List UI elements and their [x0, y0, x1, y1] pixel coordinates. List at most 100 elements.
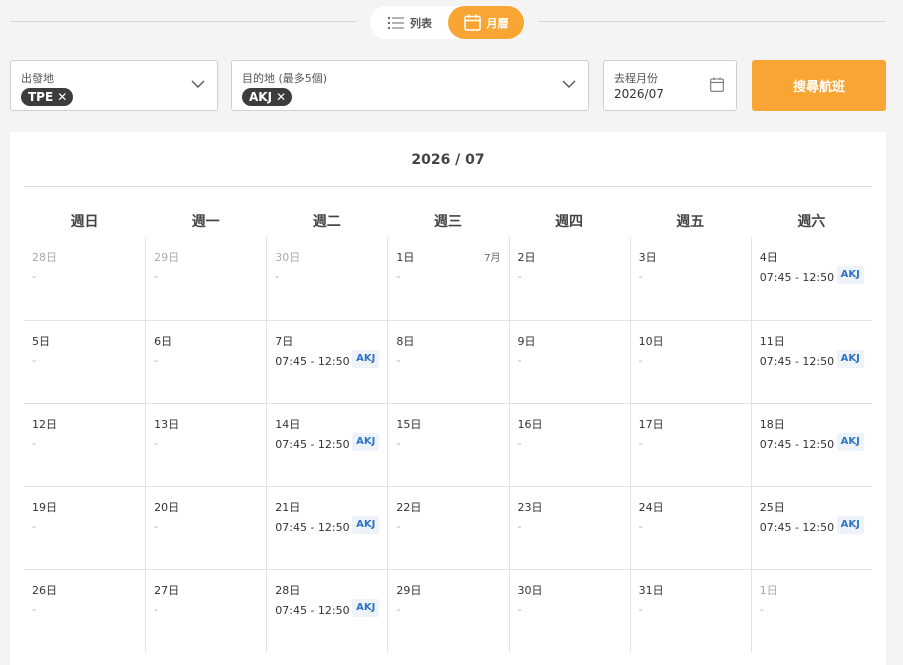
day-number: 18日	[759, 418, 785, 431]
calendar-panel: 2026 / 07 週日 週一 週二 週三 週四 週五 週六 28日 - 29日 - 30日 - 1日 7…	[10, 132, 886, 665]
calendar-week-row: 19日 -20日 -21日 07:45 - 12:50 AKJ 22日 -23日 -24日 -2…	[24, 486, 872, 569]
calendar-day-cell: 23日 -	[508, 487, 630, 569]
no-flight-dash: -	[154, 437, 159, 450]
airport-badge: AKJ	[352, 433, 380, 451]
day-number: 17日	[638, 418, 664, 431]
airport-badge: AKJ	[836, 516, 864, 534]
day-number: 23日	[517, 501, 543, 514]
flight-time[interactable]: 07:45 - 12:50	[275, 604, 349, 617]
flight-time[interactable]: 07:45 - 12:50	[760, 271, 834, 284]
calendar-day-cell: 24日 -	[629, 487, 751, 569]
calendar-day-cell: 20日 -	[145, 487, 266, 569]
chevron-down-icon	[191, 80, 205, 88]
no-flight-dash: -	[396, 270, 401, 283]
airport-badge: AKJ	[352, 350, 380, 368]
weekday-label: 週日	[70, 214, 99, 230]
departure-month-field[interactable]: 去程月份 2026/07	[603, 60, 737, 111]
no-flight-dash: -	[638, 354, 643, 367]
airport-badge: AKJ	[836, 350, 864, 368]
origin-chip: TPE ✕	[21, 88, 74, 106]
calendar-day-cell: 6日 -	[145, 321, 266, 403]
day-number: 6日	[154, 335, 173, 348]
no-flight-dash: -	[32, 437, 36, 450]
no-flight-dash: -	[396, 354, 401, 367]
no-flight-dash: -	[517, 520, 522, 533]
day-number: 5日	[32, 335, 50, 348]
no-flight-dash: -	[32, 520, 36, 533]
flight-time[interactable]: 07:45 - 12:50	[760, 438, 834, 451]
calendar-day-cell: 26日 -	[24, 570, 145, 652]
calendar-day-cell: 3日 -	[629, 237, 751, 320]
day-number: 29日	[154, 251, 180, 264]
flight-time[interactable]: 07:45 - 12:50	[760, 355, 834, 368]
calendar-day-cell: 31日 -	[629, 570, 751, 652]
view-toggle: 列表 月曆	[370, 6, 525, 39]
destination-label: 目的地 (最多5個)	[242, 72, 328, 85]
chevron-down-icon	[562, 80, 576, 88]
no-flight-dash: -	[154, 603, 159, 616]
flight-time[interactable]: 07:45 - 12:50	[275, 521, 349, 534]
day-number: 1日	[396, 251, 415, 264]
no-flight-dash: -	[396, 603, 401, 616]
day-number: 13日	[154, 418, 180, 431]
no-flight-dash: -	[32, 603, 36, 616]
calendar-day-cell[interactable]: 25日 07:45 - 12:50 AKJ	[750, 487, 872, 569]
calendar-day-cell[interactable]: 28日 07:45 - 12:50 AKJ	[266, 570, 387, 652]
flight-time[interactable]: 07:45 - 12:50	[275, 438, 349, 451]
day-number: 26日	[32, 584, 57, 597]
calendar-day-cell[interactable]: 14日 07:45 - 12:50 AKJ	[266, 404, 387, 486]
calendar-grid: 28日 -29日 -30日 -1日 7月 -2日 -3日 -4日 07:45 - 12:50 AK…	[24, 237, 872, 652]
day-number: 7日	[275, 335, 294, 348]
no-flight-dash: -	[517, 603, 522, 616]
day-number: 8日	[396, 335, 415, 348]
day-number: 11日	[759, 335, 785, 348]
airport-badge: AKJ	[352, 516, 380, 534]
calendar-title-divider	[24, 186, 872, 187]
destination-chip: AKJ ✕	[242, 88, 293, 106]
no-flight-dash: -	[396, 437, 401, 450]
calendar-day-cell: 19日 -	[24, 487, 145, 569]
no-flight-dash: -	[154, 354, 159, 367]
day-number: 27日	[154, 584, 180, 597]
origin-chip-remove-icon[interactable]: ✕	[57, 90, 67, 104]
day-number: 15日	[396, 418, 422, 431]
calendar-day-cell: 1日 -	[750, 570, 872, 652]
calendar-day-cell[interactable]: 11日 07:45 - 12:50 AKJ	[750, 321, 872, 403]
no-flight-dash: -	[396, 520, 401, 533]
calendar-day-cell[interactable]: 18日 07:45 - 12:50 AKJ	[750, 404, 872, 486]
calendar-day-cell: 22日 -	[387, 487, 508, 569]
search-flights-button[interactable]: 搜尋航班	[752, 60, 886, 111]
calendar-day-cell[interactable]: 7日 07:45 - 12:50 AKJ	[266, 321, 387, 403]
day-number: 3日	[638, 251, 657, 264]
weekday-label: 週二	[312, 214, 341, 230]
calendar-icon	[710, 77, 724, 92]
flight-time[interactable]: 07:45 - 12:50	[275, 355, 349, 368]
calendar-week-row: 5日 -6日 -7日 07:45 - 12:50 AKJ 8日 -9日 -10日 -11日 07:…	[24, 320, 872, 403]
calendar-day-cell: 29日 -	[145, 237, 266, 320]
no-flight-dash: -	[517, 270, 522, 283]
no-flight-dash: -	[32, 354, 36, 367]
list-icon	[388, 16, 404, 29]
calendar-day-cell[interactable]: 4日 07:45 - 12:50 AKJ	[750, 237, 872, 320]
month-tag: 7月	[484, 253, 501, 264]
calendar-day-cell: 30日 -	[508, 570, 630, 652]
month-view-button[interactable]: 月曆	[448, 6, 524, 39]
day-number: 20日	[154, 501, 180, 514]
day-number: 21日	[275, 501, 301, 514]
airport-badge: AKJ	[352, 599, 380, 617]
calendar-day-cell[interactable]: 21日 07:45 - 12:50 AKJ	[266, 487, 387, 569]
no-flight-dash: -	[154, 520, 159, 533]
calendar-day-cell: 9日 -	[508, 321, 630, 403]
day-number: 10日	[638, 335, 664, 348]
list-view-button[interactable]: 列表	[378, 6, 442, 39]
destination-chip-label: AKJ	[249, 90, 273, 104]
flight-time[interactable]: 07:45 - 12:50	[760, 521, 834, 534]
no-flight-dash: -	[638, 603, 643, 616]
day-number: 9日	[517, 335, 536, 348]
day-number: 16日	[517, 418, 543, 431]
destination-chip-remove-icon[interactable]: ✕	[276, 90, 286, 104]
no-flight-dash: -	[517, 437, 522, 450]
origin-select[interactable]: 出發地 TPE ✕	[10, 60, 218, 111]
weekday-label: 週四	[555, 214, 584, 230]
destination-select[interactable]: 目的地 (最多5個) AKJ ✕	[231, 60, 589, 111]
